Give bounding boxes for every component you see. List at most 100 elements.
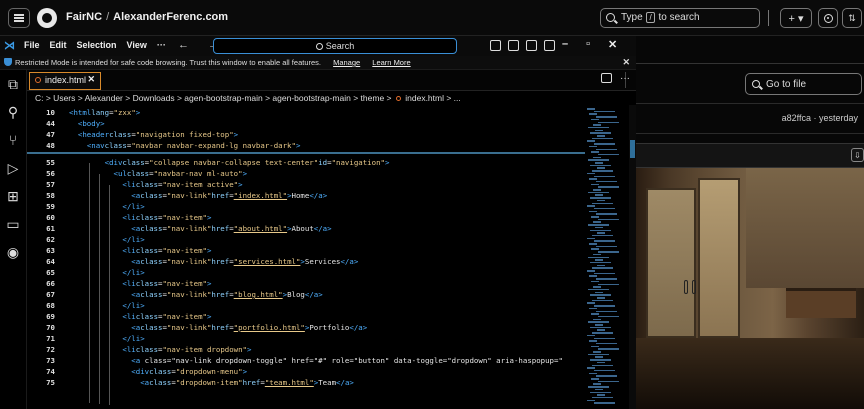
- minimap-line: [592, 364, 613, 366]
- repo-link[interactable]: AlexanderFerenc.com: [113, 11, 228, 23]
- tab-index-html[interactable]: index.html ✕: [29, 72, 101, 90]
- issues-button[interactable]: [818, 8, 838, 28]
- code-editor[interactable]: 10 <htmllang="zxx"> 44 <body> 47 <headercla…: [27, 105, 585, 409]
- extensions-icon[interactable]: ⊞: [5, 188, 21, 204]
- github-logo-icon[interactable]: [37, 8, 57, 28]
- minimap-line: [596, 213, 617, 215]
- go-to-file-button[interactable]: Go to file: [745, 73, 862, 95]
- indent-guide: [89, 163, 90, 403]
- code-line[interactable]: 55 <divclass="collapse navbar-collapse t…: [27, 157, 585, 168]
- breadcrumb-file[interactable]: index.html > ...: [405, 93, 461, 103]
- code-line[interactable]: 58 <aclass="nav-link"href="index.html">H…: [27, 190, 585, 201]
- menu-selection[interactable]: Selection: [77, 40, 117, 50]
- scrollbar-thumb[interactable]: [630, 140, 635, 158]
- code-line[interactable]: 67 <aclass="nav-link"href="blog.html">Bl…: [27, 289, 585, 300]
- code-line[interactable]: 44 <body>: [27, 118, 585, 129]
- code-line[interactable]: 62 </li>: [27, 234, 585, 245]
- code-line[interactable]: 59 </li>: [27, 201, 585, 212]
- run-debug-icon[interactable]: ▷: [5, 160, 21, 176]
- html-file-icon: [395, 96, 401, 101]
- toggle-secondary-sidebar-icon[interactable]: [526, 40, 537, 51]
- customize-layout-icon[interactable]: [544, 40, 555, 51]
- breadcrumb-path[interactable]: C: > Users > Alexander > Downloads > age…: [35, 93, 392, 103]
- minimap-line: [595, 194, 603, 196]
- line-number: 48: [46, 141, 55, 150]
- minimap-line: [598, 186, 619, 188]
- minimap-line: [598, 348, 619, 350]
- hamburger-menu-icon[interactable]: [8, 8, 30, 28]
- search-icon: [315, 43, 323, 50]
- github-search-button[interactable]: Type / to search: [600, 8, 760, 28]
- code-line[interactable]: 63 <liclass="nav-item">: [27, 245, 585, 256]
- minimap-line: [590, 164, 611, 167]
- code-line[interactable]: 72 <liclass="nav-item dropdown">: [27, 344, 585, 355]
- code-line[interactable]: 64 <aclass="nav-link"href="services.html…: [27, 256, 585, 267]
- minimap-line: [593, 383, 601, 385]
- minimap-line: [590, 197, 611, 199]
- close-icon[interactable]: ✕: [608, 38, 617, 51]
- create-new-button[interactable]: + ▾: [780, 8, 812, 28]
- menu-edit[interactable]: Edit: [50, 40, 67, 50]
- split-editor-icon[interactable]: [601, 73, 612, 83]
- toggle-sidebar-icon[interactable]: [490, 40, 501, 51]
- org-link[interactable]: FairNC: [66, 11, 102, 23]
- code-line[interactable]: 66 <liclass="nav-item">: [27, 278, 585, 289]
- download-icon[interactable]: ⇩: [851, 148, 864, 162]
- minimap-line: [596, 148, 617, 150]
- minimap[interactable]: [585, 105, 629, 409]
- close-banner-icon[interactable]: ✕: [622, 57, 630, 68]
- search-icon[interactable]: ⚲: [5, 104, 21, 120]
- minimap-line: [591, 118, 599, 121]
- minimap-line: [595, 388, 603, 391]
- search-prefix: Type: [621, 12, 643, 23]
- code-line[interactable]: 47 <headerclass="navigation fixed-top">: [27, 129, 585, 140]
- minimap-line: [593, 318, 601, 321]
- image-handle: [692, 280, 696, 294]
- manage-link[interactable]: Manage: [333, 58, 360, 67]
- code-line[interactable]: 57 <liclass="nav-item active">: [27, 179, 585, 190]
- code-line[interactable]: 10 <htmllang="zxx">: [27, 107, 585, 118]
- code-line[interactable]: 70 <aclass="nav-link"href="portfolio.htm…: [27, 322, 585, 333]
- code-text: <aclass="nav-link"href="portfolio.html">…: [131, 323, 368, 332]
- minimap-line: [587, 140, 595, 142]
- code-line[interactable]: 69 <liclass="nav-item">: [27, 311, 585, 322]
- minimap-line: [596, 310, 617, 312]
- minimap-line: [588, 353, 609, 356]
- restricted-mode-banner: Restricted Mode is intended for safe cod…: [0, 56, 636, 70]
- menu-view[interactable]: View: [127, 40, 147, 50]
- minimap-line: [589, 275, 597, 277]
- code-text: </li>: [122, 301, 145, 310]
- toggle-panel-icon[interactable]: [508, 40, 519, 51]
- code-line[interactable]: 56 <ulclass="navbar-nav ml-auto">: [27, 168, 585, 179]
- minimap-line: [590, 359, 611, 361]
- minimize-icon[interactable]: –: [562, 38, 568, 51]
- command-center[interactable]: Search: [213, 38, 457, 54]
- minimap-line: [590, 261, 611, 264]
- learn-more-link[interactable]: Learn More: [372, 58, 410, 67]
- code-line[interactable]: 65 </li>: [27, 267, 585, 278]
- image-wall: [746, 168, 864, 288]
- code-line[interactable]: 74 <divclass="dropdown-menu">: [27, 366, 585, 377]
- code-line[interactable]: 75 <aclass="dropdown-item"href="team.htm…: [27, 377, 585, 388]
- code-line[interactable]: 73 <a class="nav-link dropdown-toggle" h…: [27, 355, 585, 366]
- code-line[interactable]: 71 </li>: [27, 333, 585, 344]
- remote-explorer-icon[interactable]: ▭: [5, 216, 21, 232]
- code-line[interactable]: 61 <aclass="nav-link"href="about.html">A…: [27, 223, 585, 234]
- more-actions-icon[interactable]: ···: [620, 73, 630, 84]
- explorer-icon[interactable]: ⧉: [5, 76, 21, 92]
- editor-scrollbar[interactable]: [629, 105, 636, 409]
- minimap-line: [594, 369, 615, 372]
- latest-commit-info[interactable]: a82ffca · yesterday: [782, 113, 858, 123]
- pull-requests-button[interactable]: ⇅: [842, 8, 862, 28]
- code-line[interactable]: 68 </li>: [27, 300, 585, 311]
- minimap-line: [596, 375, 617, 377]
- close-tab-icon[interactable]: ✕: [87, 74, 95, 85]
- menu-more[interactable]: ···: [157, 40, 166, 50]
- code-line[interactable]: 60 <liclass="nav-item">: [27, 212, 585, 223]
- minimap-line: [591, 248, 599, 250]
- timeline-icon[interactable]: ◉: [5, 244, 21, 260]
- menu-file[interactable]: File: [24, 40, 40, 50]
- maximize-icon[interactable]: ▫: [586, 38, 590, 51]
- code-line[interactable]: 48 <navclass="navbar navbar-expand-lg na…: [27, 140, 585, 151]
- source-control-icon[interactable]: ⑂: [5, 132, 21, 148]
